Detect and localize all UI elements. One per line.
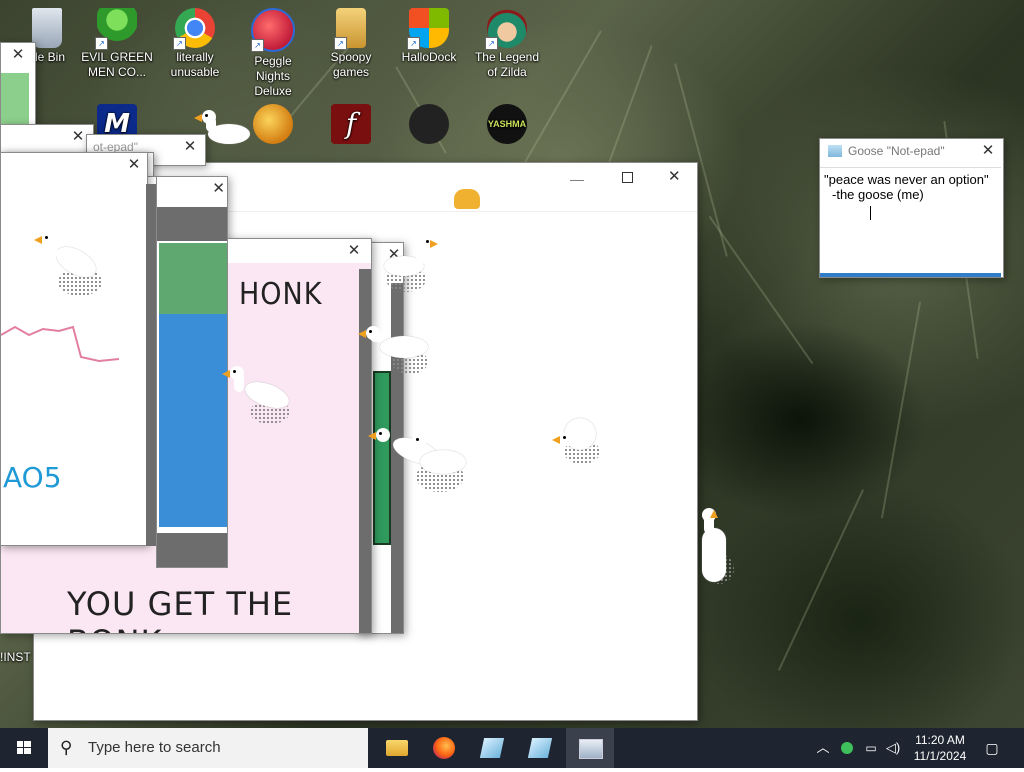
notepad-icon	[479, 738, 505, 758]
peggle-icon	[253, 104, 293, 144]
notifications-icon[interactable]: ▢	[980, 728, 1004, 768]
close-icon[interactable]: ✕	[668, 163, 681, 191]
start-button[interactable]	[0, 728, 48, 768]
goose[interactable]	[34, 232, 106, 298]
text-cursor	[870, 206, 871, 220]
folder-icon: ↗	[334, 8, 366, 50]
peggle-icon: ↗	[251, 8, 295, 52]
goose[interactable]	[380, 236, 440, 296]
notepad-icon	[527, 738, 553, 758]
zilda-character-icon: ↗	[485, 8, 527, 50]
meme-top-text: HONK	[239, 277, 323, 312]
desktop: cle Bin ↗ EVIL GREEN MEN CO... ↗ literal…	[0, 0, 1024, 728]
close-icon[interactable]: ✕	[7, 43, 29, 67]
desktop-icon-legend-of-zilda[interactable]: ↗ The Legend of Zilda	[470, 4, 544, 80]
shortcut-arrow-icon: ↗	[173, 37, 186, 50]
close-icon[interactable]: ✕	[212, 179, 225, 197]
flash-player-icon: f	[331, 104, 371, 144]
pond-image	[159, 243, 227, 527]
windows-shield-icon: ↗	[407, 8, 449, 50]
recycle-bin-icon	[32, 8, 62, 48]
desktop-icon-label: literally unusable	[170, 50, 220, 79]
taskbar: ⚲ Type here to search ︿ ▭ ◁) 11:20 AM 11…	[0, 728, 1024, 768]
desktop-icon-row2-flash[interactable]: f	[314, 100, 388, 146]
minimize-icon[interactable]: —	[570, 167, 584, 191]
desktop-icon-label: EVIL GREEN MEN CO...	[81, 50, 153, 79]
volume-icon[interactable]: ◁)	[882, 728, 904, 768]
goose[interactable]	[552, 416, 604, 466]
firefox-icon	[433, 737, 455, 759]
taskbar-firefox[interactable]	[420, 728, 468, 768]
desktop-icon-label: Spoopy games	[330, 50, 372, 79]
clock-time: 11:20 AM	[915, 733, 965, 747]
taskbar-app-5[interactable]	[566, 728, 614, 768]
windows-logo-icon	[17, 741, 31, 754]
network-icon[interactable]: ▭	[860, 728, 882, 768]
notepad-text-area[interactable]: "peace was never an option" -the goose (…	[820, 167, 1001, 271]
goose[interactable]	[194, 110, 256, 150]
left-edge-window[interactable]: ✕	[0, 42, 36, 134]
shortcut-arrow-icon: ↗	[95, 37, 108, 50]
desktop-icon-peggle-nights[interactable]: ↗ Peggle Nights Deluxe	[236, 4, 310, 99]
desktop-icon-row2-control[interactable]	[392, 100, 466, 146]
desktop-icon-row2-yashma[interactable]: YASHMA	[470, 100, 544, 146]
desktop-icon-label: !INST	[0, 650, 31, 664]
tray-chevron-icon[interactable]: ︿	[812, 728, 834, 768]
goose[interactable]	[368, 428, 472, 498]
clock[interactable]: 11:20 AM 11/1/2024	[908, 728, 972, 772]
search-placeholder: Type here to search	[88, 739, 221, 756]
taskbar-app-4[interactable]	[516, 728, 564, 768]
goose[interactable]	[222, 366, 296, 426]
close-icon[interactable]: ✕	[977, 139, 999, 163]
shortcut-arrow-icon: ↗	[251, 39, 264, 52]
close-icon[interactable]: ✕	[343, 239, 365, 263]
pond-window-front[interactable]: ✕	[156, 176, 228, 568]
shortcut-arrow-icon: ↗	[334, 37, 347, 50]
notepad-icon	[828, 145, 842, 157]
desktop-icon-hallodock[interactable]: ↗ HalloDock	[392, 4, 466, 65]
notepad-line-2: -the goose (me)	[832, 187, 924, 202]
drawing-window-edge	[146, 184, 156, 546]
control-device-icon	[409, 104, 449, 144]
close-icon[interactable]: ✕	[123, 153, 145, 177]
taskbar-search-box[interactable]: ⚲ Type here to search	[48, 728, 368, 768]
meme-bottom-text: YOU GET THE BONK	[67, 585, 294, 633]
folder-icon	[386, 740, 408, 756]
drawing-window-front[interactable]: ✕ AO5	[0, 152, 148, 546]
desktop-icon-evil-green-men[interactable]: ↗ EVIL GREEN MEN CO...	[80, 4, 154, 80]
taskbar-app-3[interactable]	[468, 728, 516, 768]
goose-notepad-title: Goose "Not-epad"	[848, 144, 945, 158]
goose-notepad-window[interactable]: Goose "Not-epad" ✕ "peace was never an o…	[819, 138, 1004, 278]
taskbar-file-explorer[interactable]	[372, 728, 420, 768]
green-men-icon: ↗	[95, 8, 137, 50]
yashma-icon: YASHMA	[487, 104, 527, 144]
image-viewer-icon	[579, 739, 603, 759]
maximize-icon[interactable]	[622, 172, 633, 183]
goose-notepad-titlebar[interactable]: Goose "Not-epad" ✕	[820, 139, 1003, 163]
scribble-text: AO5	[3, 461, 62, 494]
tray-app-icon[interactable]	[836, 728, 858, 768]
shortcut-arrow-icon: ↗	[485, 37, 498, 50]
desktop-icon-label: The Legend of Zilda	[474, 50, 540, 79]
notepad-line-1: "peace was never an option"	[824, 172, 989, 187]
clock-date: 11/1/2024	[913, 749, 967, 763]
honk-emoji-icon	[454, 189, 480, 209]
search-icon: ⚲	[60, 738, 73, 757]
yashma-label: YASHMA	[487, 119, 527, 129]
desktop-icon-label: Peggle Nights Deluxe	[254, 54, 292, 98]
chrome-icon: ↗	[173, 8, 215, 50]
desktop-icon-label: HalloDock	[401, 50, 457, 64]
goose[interactable]	[358, 326, 432, 376]
shortcut-arrow-icon: ↗	[407, 37, 420, 50]
desktop-icon-spoopy-games[interactable]: ↗ Spoopy games	[314, 4, 388, 80]
desktop-icon-chrome[interactable]: ↗ literally unusable	[158, 4, 232, 80]
goose[interactable]	[696, 508, 736, 586]
